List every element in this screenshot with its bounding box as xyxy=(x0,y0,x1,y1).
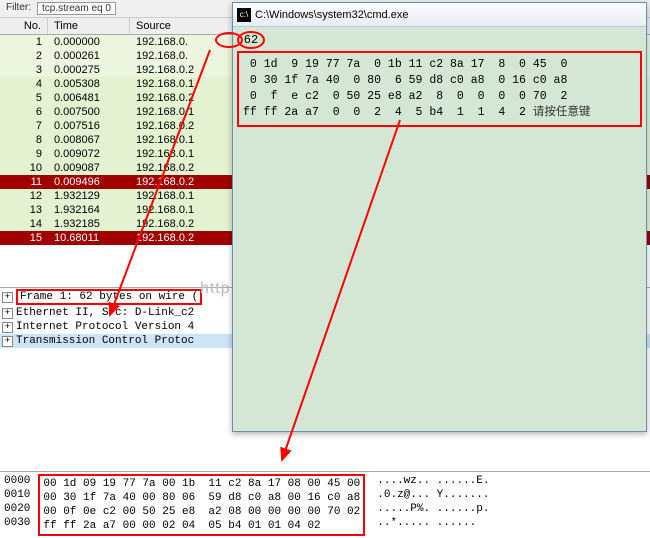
cmd-title-text: C:\Windows\system32\cmd.exe xyxy=(255,9,408,21)
col-source[interactable]: Source xyxy=(130,18,238,34)
hex-bytes-box: 00 1d 09 19 77 7a 00 1b 11 c2 8a 17 08 0… xyxy=(38,474,365,536)
filter-input[interactable]: tcp.stream eq 0 xyxy=(37,2,116,15)
filter-label: Filter: xyxy=(6,2,31,15)
hex-offsets: 0000001000200030 xyxy=(4,474,30,536)
col-time[interactable]: Time xyxy=(48,18,130,34)
expand-icon[interactable]: + xyxy=(2,308,13,319)
cmd-hex-output: 0 1d 9 19 77 7a 0 1b 11 c2 8a 17 8 0 45 … xyxy=(237,51,642,127)
cmd-window[interactable]: c:\ C:\Windows\system32\cmd.exe 62 0 1d … xyxy=(232,2,647,432)
expand-icon[interactable]: + xyxy=(2,322,13,333)
hex-dump-pane: 0000001000200030 00 1d 09 19 77 7a 00 1b… xyxy=(0,471,650,538)
col-no[interactable]: No. xyxy=(0,18,48,34)
expand-icon[interactable]: + xyxy=(2,292,13,303)
cmd-titlebar[interactable]: c:\ C:\Windows\system32\cmd.exe xyxy=(233,3,646,27)
hex-ascii: ....wz.. ......E..0.z@... Y............P… xyxy=(377,474,489,536)
oval-annotation xyxy=(215,32,243,48)
expand-icon[interactable]: + xyxy=(2,336,13,347)
cmd-icon: c:\ xyxy=(237,8,251,22)
cmd-body: 62 0 1d 9 19 77 7a 0 1b 11 c2 8a 17 8 0 … xyxy=(233,27,646,131)
